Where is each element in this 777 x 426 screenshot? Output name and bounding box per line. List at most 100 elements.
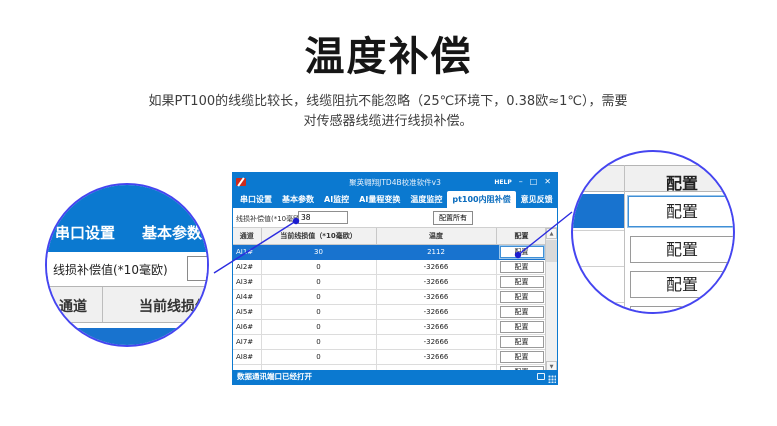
tab-temp-monitor[interactable]: 温度监控 xyxy=(405,191,447,208)
callout-field-row: 线损补偿值(*10毫欧) 38 xyxy=(47,252,207,286)
compensation-label: 线损补偿值(*10毫欧) xyxy=(236,214,303,224)
configure-button[interactable]: 配置 xyxy=(500,276,544,288)
cell-channel: AI3# xyxy=(233,274,261,289)
cell-lineloss: 0 xyxy=(261,349,376,364)
tab-feedback[interactable]: 意见反馈 xyxy=(516,191,558,208)
right-zoom-callout: 配置 配置 配置 配置 配置 xyxy=(571,150,735,314)
close-icon[interactable]: ✕ xyxy=(544,178,551,186)
cell-temperature: -32666 xyxy=(376,259,496,274)
cell-lineloss: 0 xyxy=(261,334,376,349)
help-button[interactable]: HELP xyxy=(494,179,511,186)
cell-channel: AI6# xyxy=(233,319,261,334)
tab-ai-range[interactable]: AI量程变换 xyxy=(354,191,405,208)
cell-lineloss: 0 xyxy=(261,319,376,334)
page-title: 温度补偿 xyxy=(0,24,777,82)
window-titlebar[interactable]: 聚英翱翔JTD4B校准软件v3 HELP – □ ✕ xyxy=(233,173,557,191)
callout-field-input: 38 xyxy=(187,256,209,281)
compensation-toolbar: 线损补偿值(*10毫欧) 配置所有 xyxy=(233,208,557,228)
scroll-up-icon[interactable]: ▲ xyxy=(546,228,557,239)
column-divider xyxy=(624,165,625,314)
configure-button[interactable]: 配置 xyxy=(500,351,544,363)
row-divider xyxy=(573,266,624,267)
configure-button[interactable]: 配置 xyxy=(500,261,544,273)
callout-selected-row xyxy=(47,328,207,347)
table-row[interactable]: AI6# 0 -32666 配置 xyxy=(233,319,547,334)
minimize-icon[interactable]: – xyxy=(519,178,523,186)
row-divider xyxy=(573,302,624,303)
cell-temperature: -32666 xyxy=(376,319,496,334)
vertical-scrollbar[interactable]: ▲ ▼ xyxy=(545,228,557,372)
cell-channel: AI5# xyxy=(233,304,261,319)
configure-button[interactable]: 配置 xyxy=(500,291,544,303)
app-window: 聚英翱翔JTD4B校准软件v3 HELP – □ ✕ 串口设置 基本参数 AI监… xyxy=(232,172,558,385)
callout-configure-header: 配置 xyxy=(627,170,735,194)
configure-all-button[interactable]: 配置所有 xyxy=(433,211,473,225)
left-zoom-callout: 串口设置 基本参数 线损补偿值(*10毫欧) 38 通道 当前线损值 xyxy=(45,183,209,347)
cell-channel: AI1# xyxy=(233,244,261,259)
cell-channel: AI8# xyxy=(233,349,261,364)
scrollbar-thumb[interactable] xyxy=(546,240,557,262)
cell-channel: AI7# xyxy=(233,334,261,349)
callout-tab-bar: 串口设置 基本参数 xyxy=(47,185,207,252)
tab-ai-monitor[interactable]: AI监控 xyxy=(319,191,354,208)
tab-basic-params[interactable]: 基本参数 xyxy=(277,191,319,208)
callout-configure-button: 配置 xyxy=(630,306,734,314)
table-row[interactable]: AI7# 0 -32666 配置 xyxy=(233,334,547,349)
cell-lineloss: 0 xyxy=(261,274,376,289)
table-row[interactable]: AI1# 30 2112 配置 xyxy=(233,244,547,259)
cell-temperature: -32666 xyxy=(376,349,496,364)
cell-lineloss: 0 xyxy=(261,304,376,319)
cell-channel: AI2# xyxy=(233,259,261,274)
callout-col-lineloss: 当前线损值 xyxy=(139,296,209,316)
cell-temperature: -32666 xyxy=(376,304,496,319)
callout-selected-cell xyxy=(573,194,624,228)
row-divider xyxy=(573,230,624,231)
configure-button[interactable]: 配置 xyxy=(500,306,544,318)
tab-bar: 串口设置 基本参数 AI监控 AI量程变换 温度监控 pt100内阻补偿 意见反… xyxy=(233,191,557,208)
cell-temperature: 2112 xyxy=(376,244,496,259)
table-header-row: 通道 当前线损值（*10毫欧） 温度 配置 xyxy=(233,228,547,244)
configure-button[interactable]: 配置 xyxy=(500,336,544,348)
status-bar: 数据通讯端口已经打开 xyxy=(233,370,557,384)
callout-field-label: 线损补偿值(*10毫欧) xyxy=(53,261,168,278)
column-divider xyxy=(102,287,103,322)
maximize-icon[interactable]: □ xyxy=(530,178,538,186)
description-line-2: 对传感器线缆进行线损补偿。 xyxy=(303,114,472,129)
table-row[interactable]: AI5# 0 -32666 配置 xyxy=(233,304,547,319)
cell-lineloss: 0 xyxy=(261,259,376,274)
page: 温度补偿 如果PT100的线缆比较长，线缆阻抗不能忽略（25℃环境下，0.38欧… xyxy=(0,0,777,426)
callout-tab-serial: 串口设置 xyxy=(55,222,115,243)
callout-col-channel: 通道 xyxy=(59,296,87,316)
cell-channel: AI4# xyxy=(233,289,261,304)
callout-configure-button: 配置 xyxy=(628,196,735,227)
callout-field-value: 38 xyxy=(207,261,209,276)
table-row[interactable]: AI4# 0 -32666 配置 xyxy=(233,289,547,304)
cell-temperature: -32666 xyxy=(376,334,496,349)
callout-configure-button: 配置 xyxy=(630,236,734,263)
tab-serial-settings[interactable]: 串口设置 xyxy=(235,191,277,208)
configure-button[interactable]: 配置 xyxy=(500,321,544,333)
callout-table-header: 通道 当前线损值 xyxy=(47,286,207,323)
page-description: 如果PT100的线缆比较长，线缆阻抗不能忽略（25℃环境下，0.38欧≈1℃），… xyxy=(58,92,718,132)
channel-table: 通道 当前线损值（*10毫欧） 温度 配置 AI1# 30 2112 配置 AI… xyxy=(233,228,557,372)
callout-configure-header-band: 配置 xyxy=(573,165,733,192)
cell-temperature: -32666 xyxy=(376,274,496,289)
table-row[interactable]: AI8# 0 -32666 配置 xyxy=(233,349,547,364)
status-text: 数据通讯端口已经打开 xyxy=(237,372,312,381)
cell-lineloss: 30 xyxy=(261,244,376,259)
cell-lineloss: 0 xyxy=(261,289,376,304)
description-line-1: 如果PT100的线缆比较长，线缆阻抗不能忽略（25℃环境下，0.38欧≈1℃），… xyxy=(149,94,628,109)
col-header-temperature: 温度 xyxy=(376,228,496,244)
col-header-configure: 配置 xyxy=(496,228,547,244)
callout-configure-button: 配置 xyxy=(630,271,734,298)
table-row[interactable]: AI2# 0 -32666 配置 xyxy=(233,259,547,274)
compensation-input[interactable] xyxy=(298,211,348,224)
callout-tab-basic: 基本参数 xyxy=(142,222,202,243)
col-header-lineloss: 当前线损值（*10毫欧） xyxy=(261,228,376,244)
table-row[interactable]: AI3# 0 -32666 配置 xyxy=(233,274,547,289)
resize-grip[interactable] xyxy=(548,375,556,383)
status-icon xyxy=(537,373,545,380)
tab-pt100-compensation[interactable]: pt100内阻补偿 xyxy=(447,191,515,208)
configure-button[interactable]: 配置 xyxy=(500,246,544,258)
col-header-channel: 通道 xyxy=(233,228,261,244)
